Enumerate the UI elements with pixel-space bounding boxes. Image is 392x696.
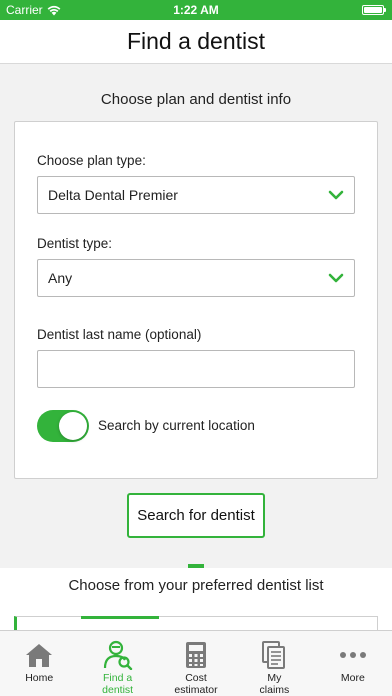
plan-section-heading: Choose plan and dentist info (100, 91, 292, 108)
dentist-type-value: Any (48, 270, 73, 286)
tab-more[interactable]: More (314, 631, 392, 696)
chevron-down-icon (328, 273, 344, 283)
nav-header: Find a dentist (0, 20, 392, 64)
location-toggle-label: Search by current location (98, 418, 255, 433)
last-name-label: Dentist last name (optional) (37, 327, 202, 342)
preferred-dentist-panel: Choose from your preferred dentist list (0, 568, 392, 630)
tab-label-find-a-dentist: Find a dentist (102, 672, 134, 696)
dentist-type-label: Dentist type: (37, 236, 113, 251)
tab-find-a-dentist[interactable]: Find a dentist (78, 631, 156, 696)
battery-level (364, 7, 382, 13)
tab-my-claims[interactable]: My claims (235, 631, 313, 696)
dentist-search-icon (103, 640, 133, 670)
battery-icon (362, 5, 386, 15)
toggle-knob (59, 412, 87, 440)
tab-home[interactable]: Home (0, 631, 78, 696)
search-for-dentist-button[interactable]: Search for dentist (127, 493, 265, 538)
location-toggle[interactable] (37, 410, 89, 442)
search-form-card: Choose plan type: Delta Dental Premier D… (14, 121, 378, 479)
tab-label-more: More (340, 672, 365, 684)
main-content[interactable]: Choose plan and dentist info Choose plan… (0, 64, 392, 630)
preferred-section-heading: Choose from your preferred dentist list (68, 577, 324, 594)
tab-label-my-claims: My claims (259, 672, 290, 696)
status-time: 1:22 AM (173, 3, 219, 17)
tab-label-home: Home (25, 672, 54, 684)
documents-icon (259, 640, 289, 670)
preferred-dentist-card[interactable] (14, 616, 378, 630)
tab-label-cost-estimator: Cost estimator (174, 672, 218, 696)
status-bar: Carrier 1:22 AM (0, 0, 392, 20)
plan-type-label: Choose plan type: (37, 153, 146, 168)
plan-type-select[interactable]: Delta Dental Premier (37, 176, 355, 214)
tab-cost-estimator[interactable]: Cost estimator (157, 631, 235, 696)
chevron-down-icon (328, 190, 344, 200)
dentist-type-select[interactable]: Any (37, 259, 355, 297)
home-icon (24, 640, 54, 670)
calculator-icon (181, 640, 211, 670)
tab-bar: Home Find a dentist Cost estimator My cl… (0, 630, 392, 696)
plan-type-value: Delta Dental Premier (48, 187, 178, 203)
last-name-input[interactable] (37, 350, 355, 388)
preferred-card-accent (81, 616, 159, 619)
page-title: Find a dentist (126, 28, 266, 54)
more-dots-icon (338, 640, 368, 670)
